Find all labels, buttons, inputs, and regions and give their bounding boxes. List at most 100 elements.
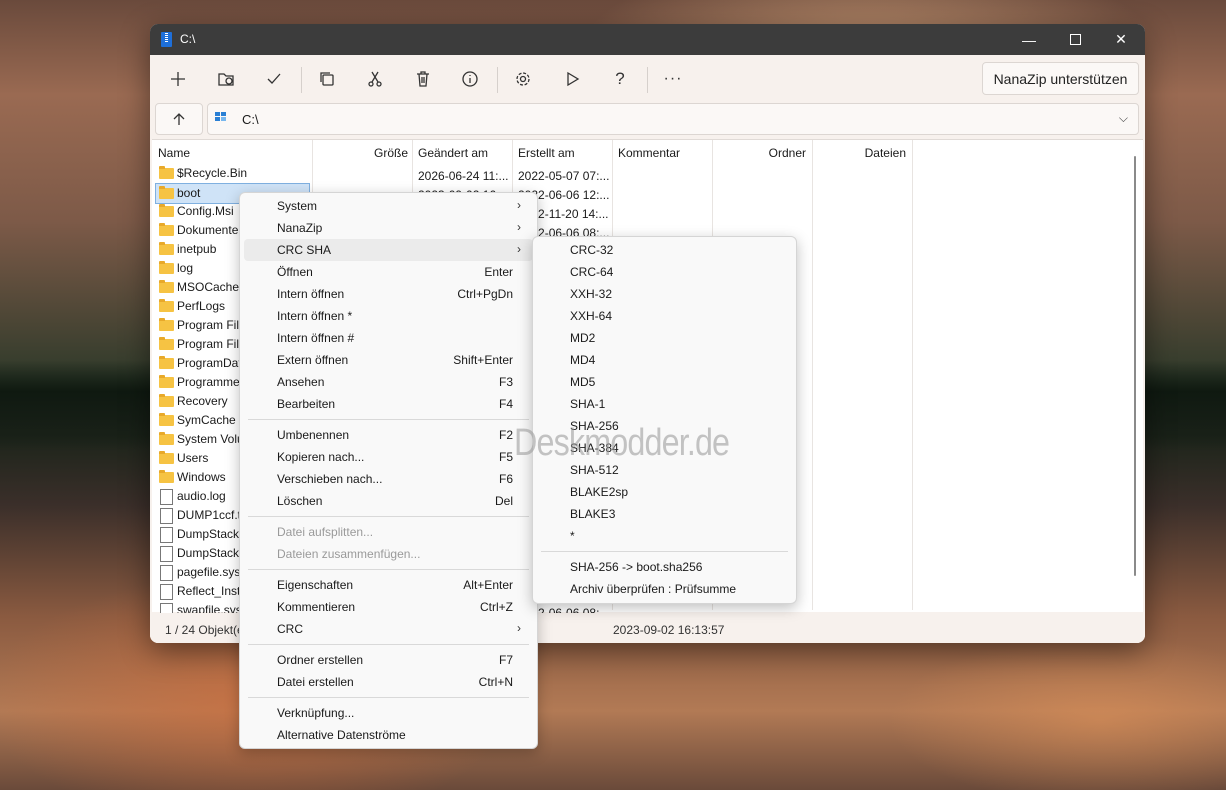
menu-item-sha-256-boot-sha256[interactable]: SHA-256 -> boot.sha256 <box>537 556 792 578</box>
menu-item-bearbeiten[interactable]: Bearbeiten F4 <box>244 393 533 415</box>
menu-item-ansehen[interactable]: Ansehen F3 <box>244 371 533 393</box>
more-button[interactable]: ··· <box>653 63 693 95</box>
menu-separator <box>248 419 529 420</box>
menu-item-item[interactable]: * <box>537 525 792 547</box>
menu-item-verkn-pfung[interactable]: Verknüpfung... <box>244 702 533 724</box>
menu-item-intern-ffnen[interactable]: Intern öffnen # <box>244 327 533 349</box>
close-button[interactable]: ✕ <box>1098 24 1144 55</box>
list-item[interactable]: $Recycle.Bin <box>156 164 306 183</box>
folder-icon <box>159 318 174 331</box>
menu-separator <box>248 697 529 698</box>
crc-sha-submenu: CRC-32 CRC-64 XXH-32 XXH-64 MD2 MD4 MD5 SHA-1 SH… <box>532 236 797 604</box>
address-bar[interactable]: C:\ ⌵ <box>207 103 1139 135</box>
menu-item-label: SHA-1 <box>570 397 606 411</box>
file-name: ProgramData <box>177 356 249 370</box>
menu-item-sha-1[interactable]: SHA-1 <box>537 393 792 415</box>
modified-cell: 2026-06-24 11:... <box>418 169 509 183</box>
menu-item-eigenschaften[interactable]: Eigenschaften Alt+Enter <box>244 574 533 596</box>
menu-item-blake3[interactable]: BLAKE3 <box>537 503 792 525</box>
menu-item-ffnen[interactable]: Öffnen Enter <box>244 261 533 283</box>
menu-item-kommentieren[interactable]: Kommentieren Ctrl+Z <box>244 596 533 618</box>
shortcut-label: Ctrl+Z <box>480 600 513 614</box>
column-divider[interactable] <box>812 140 813 610</box>
file-name: Config.Msi <box>177 204 234 218</box>
menu-item-label: Eigenschaften <box>277 578 354 592</box>
up-button[interactable] <box>155 103 203 135</box>
column-header-modified[interactable]: Geändert am <box>418 146 488 160</box>
help-button[interactable]: ? <box>600 63 640 95</box>
menu-item-crc[interactable]: CRC › <box>244 618 533 640</box>
menu-item-label: Ordner erstellen <box>277 653 364 667</box>
menu-item-intern-ffnen[interactable]: Intern öffnen Ctrl+PgDn <box>244 283 533 305</box>
menu-item-umbenennen[interactable]: Umbenennen F2 <box>244 424 533 446</box>
menu-item-md5[interactable]: MD5 <box>537 371 792 393</box>
file-name: MSOCache <box>177 280 240 294</box>
folder-icon <box>159 223 174 236</box>
info-button[interactable] <box>450 63 490 95</box>
shortcut-label: Ctrl+PgDn <box>457 287 513 301</box>
shortcut-label: Alt+Enter <box>463 578 513 592</box>
menu-item-dateien-zusammenf-gen[interactable]: Dateien zusammenfügen... <box>244 543 533 565</box>
menu-item-xxh-32[interactable]: XXH-32 <box>537 283 792 305</box>
move-button[interactable] <box>355 63 395 95</box>
menu-item-verschieben-nach[interactable]: Verschieben nach... F6 <box>244 468 533 490</box>
file-name: Programme <box>177 375 240 389</box>
delete-button[interactable] <box>403 63 443 95</box>
menu-item-kopieren-nach[interactable]: Kopieren nach... F5 <box>244 446 533 468</box>
file-icon <box>160 546 173 562</box>
column-header-folders[interactable]: Ordner <box>712 146 806 160</box>
maximize-button[interactable] <box>1052 24 1098 55</box>
menu-item-crc-sha[interactable]: CRC SHA › <box>244 239 533 261</box>
menu-item-intern-ffnen[interactable]: Intern öffnen * <box>244 305 533 327</box>
test-button[interactable] <box>254 63 294 95</box>
vertical-scrollbar[interactable] <box>1134 156 1136 576</box>
menu-item-crc-64[interactable]: CRC-64 <box>537 261 792 283</box>
column-divider[interactable] <box>912 140 913 610</box>
menu-item-label: CRC <box>277 622 303 636</box>
file-name: boot <box>177 186 201 200</box>
benchmark-button[interactable] <box>552 63 592 95</box>
trash-icon <box>417 71 429 87</box>
menu-item-system[interactable]: System › <box>244 195 533 217</box>
add-button[interactable] <box>158 63 198 95</box>
menu-separator <box>248 569 529 570</box>
folder-extract-icon <box>218 73 234 86</box>
column-header-size[interactable]: Größe <box>312 146 408 160</box>
menu-item-l-schen[interactable]: Löschen Del <box>244 490 533 512</box>
file-name: log <box>177 261 194 275</box>
column-header-name[interactable]: Name <box>158 146 190 160</box>
folder-icon <box>159 186 174 199</box>
extract-button[interactable] <box>206 63 246 95</box>
column-header-files[interactable]: Dateien <box>812 146 906 160</box>
support-nanazip-button[interactable]: NanaZip unterstützen <box>982 62 1139 95</box>
settings-button[interactable] <box>503 63 543 95</box>
menu-item-label: XXH-64 <box>570 309 613 323</box>
file-icon <box>160 489 173 505</box>
menu-item-md4[interactable]: MD4 <box>537 349 792 371</box>
plus-icon <box>171 72 185 86</box>
column-header-comment[interactable]: Kommentar <box>618 146 680 160</box>
column-header-created[interactable]: Erstellt am <box>518 146 575 160</box>
file-icon <box>160 584 173 600</box>
minimize-button[interactable]: — <box>1006 24 1052 55</box>
menu-item-label: Kopieren nach... <box>277 450 365 464</box>
menu-item-datei-erstellen[interactable]: Datei erstellen Ctrl+N <box>244 671 533 693</box>
menu-item-archiv-berpr-fen-pr-fsumme[interactable]: Archiv überprüfen : Prüfsumme <box>537 578 792 600</box>
scissors-icon <box>368 71 382 87</box>
menu-item-label: MD2 <box>570 331 596 345</box>
menu-item-datei-aufsplitten[interactable]: Datei aufsplitten... <box>244 521 533 543</box>
close-icon: ✕ <box>1115 31 1127 47</box>
menu-item-blake2sp[interactable]: BLAKE2sp <box>537 481 792 503</box>
menu-item-ordner-erstellen[interactable]: Ordner erstellen F7 <box>244 649 533 671</box>
menu-item-alternative-datenstr-me[interactable]: Alternative Datenströme <box>244 724 533 746</box>
menu-item-nanazip[interactable]: NanaZip › <box>244 217 533 239</box>
menu-item-crc-32[interactable]: CRC-32 <box>537 239 792 261</box>
file-name: Users <box>177 451 209 465</box>
copy-button[interactable] <box>307 63 347 95</box>
menu-item-md2[interactable]: MD2 <box>537 327 792 349</box>
file-icon <box>160 527 173 543</box>
menu-item-extern-ffnen[interactable]: Extern öffnen Shift+Enter <box>244 349 533 371</box>
chevron-down-icon[interactable]: ⌵ <box>1119 111 1128 126</box>
menu-item-xxh-64[interactable]: XXH-64 <box>537 305 792 327</box>
menu-item-label: SHA-512 <box>570 463 619 477</box>
